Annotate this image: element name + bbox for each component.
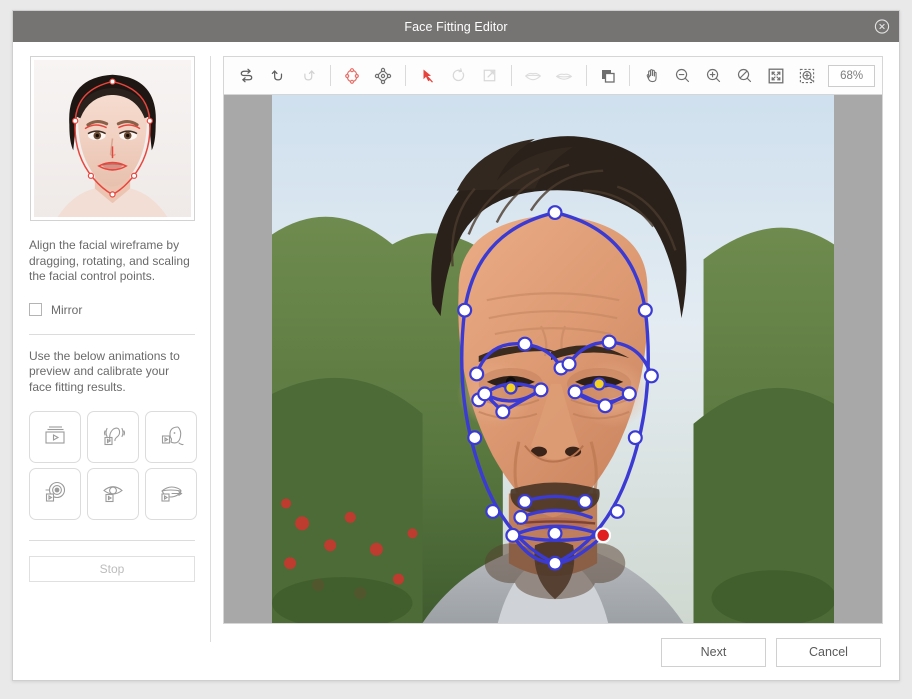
undo-button[interactable] bbox=[262, 61, 293, 91]
toolbar-separator bbox=[405, 65, 406, 86]
toolbar-separator bbox=[586, 65, 587, 86]
reset-button[interactable] bbox=[231, 61, 262, 91]
mouth-close-tool bbox=[549, 61, 580, 91]
mirror-label: Mirror bbox=[51, 303, 82, 317]
sidebar-divider-1 bbox=[29, 334, 195, 335]
preview-head-motion[interactable] bbox=[87, 411, 139, 463]
instruction-text-animations: Use the below animations to preview and … bbox=[29, 349, 195, 396]
editor-toolbar: 68% bbox=[223, 56, 883, 94]
dialog-body: Align the facial wireframe by dragging, … bbox=[13, 42, 899, 680]
play-mouth-icon bbox=[156, 477, 186, 512]
play-head-shake-icon bbox=[98, 420, 128, 455]
toolbar-separator bbox=[330, 65, 331, 86]
screen-root: Face Fitting Editor bbox=[0, 0, 912, 699]
zoom-level-field[interactable]: 68% bbox=[828, 65, 875, 87]
stop-button[interactable]: Stop bbox=[29, 556, 195, 582]
editor-panel: 68% bbox=[211, 42, 899, 680]
redo-button bbox=[293, 61, 324, 91]
toolbar-separator bbox=[511, 65, 512, 86]
subject-portrait-photo[interactable] bbox=[272, 95, 834, 623]
preview-pupil-motion[interactable] bbox=[29, 468, 81, 520]
instruction-text-align: Align the facial wireframe by dragging, … bbox=[29, 238, 195, 285]
toolbar-separator bbox=[629, 65, 630, 86]
zoom-in-button[interactable] bbox=[698, 61, 729, 91]
reference-face-thumbnail bbox=[30, 56, 195, 221]
play-frames-icon bbox=[40, 420, 70, 455]
preview-mouth-motion[interactable] bbox=[145, 468, 197, 520]
rotate-tool bbox=[443, 61, 474, 91]
pan-tool[interactable] bbox=[636, 61, 667, 91]
dialog-title: Face Fitting Editor bbox=[404, 20, 507, 34]
mouth-open-tool bbox=[518, 61, 549, 91]
close-circle-icon[interactable] bbox=[873, 18, 890, 35]
zoom-reset-button[interactable] bbox=[729, 61, 760, 91]
face-contour-tool[interactable] bbox=[337, 61, 368, 91]
control-points-tool[interactable] bbox=[368, 61, 399, 91]
preview-all-animations[interactable] bbox=[29, 411, 81, 463]
preview-eye-blink[interactable] bbox=[87, 468, 139, 520]
scale-tool bbox=[474, 61, 505, 91]
preview-head-turn[interactable] bbox=[145, 411, 197, 463]
dialog-footer: Next Cancel bbox=[223, 624, 883, 680]
compare-toggle[interactable] bbox=[593, 61, 624, 91]
animation-preview-grid bbox=[29, 411, 195, 520]
cancel-button[interactable]: Cancel bbox=[776, 638, 881, 667]
sidebar-divider-2 bbox=[29, 540, 195, 541]
play-head-profile-icon bbox=[156, 420, 186, 455]
play-eye-icon bbox=[98, 477, 128, 512]
play-pupil-icon bbox=[40, 477, 70, 512]
mirror-checkbox-row[interactable]: Mirror bbox=[29, 303, 195, 317]
face-fitting-dialog: Face Fitting Editor bbox=[12, 10, 900, 681]
left-sidebar: Align the facial wireframe by dragging, … bbox=[13, 42, 211, 680]
fit-to-screen-button[interactable] bbox=[760, 61, 791, 91]
select-tool[interactable] bbox=[412, 61, 443, 91]
zoom-out-button[interactable] bbox=[667, 61, 698, 91]
dialog-titlebar: Face Fitting Editor bbox=[13, 11, 899, 42]
next-button[interactable]: Next bbox=[661, 638, 766, 667]
photo-canvas[interactable] bbox=[223, 94, 883, 624]
mirror-checkbox[interactable] bbox=[29, 303, 42, 316]
zoom-to-selection-button[interactable] bbox=[791, 61, 822, 91]
